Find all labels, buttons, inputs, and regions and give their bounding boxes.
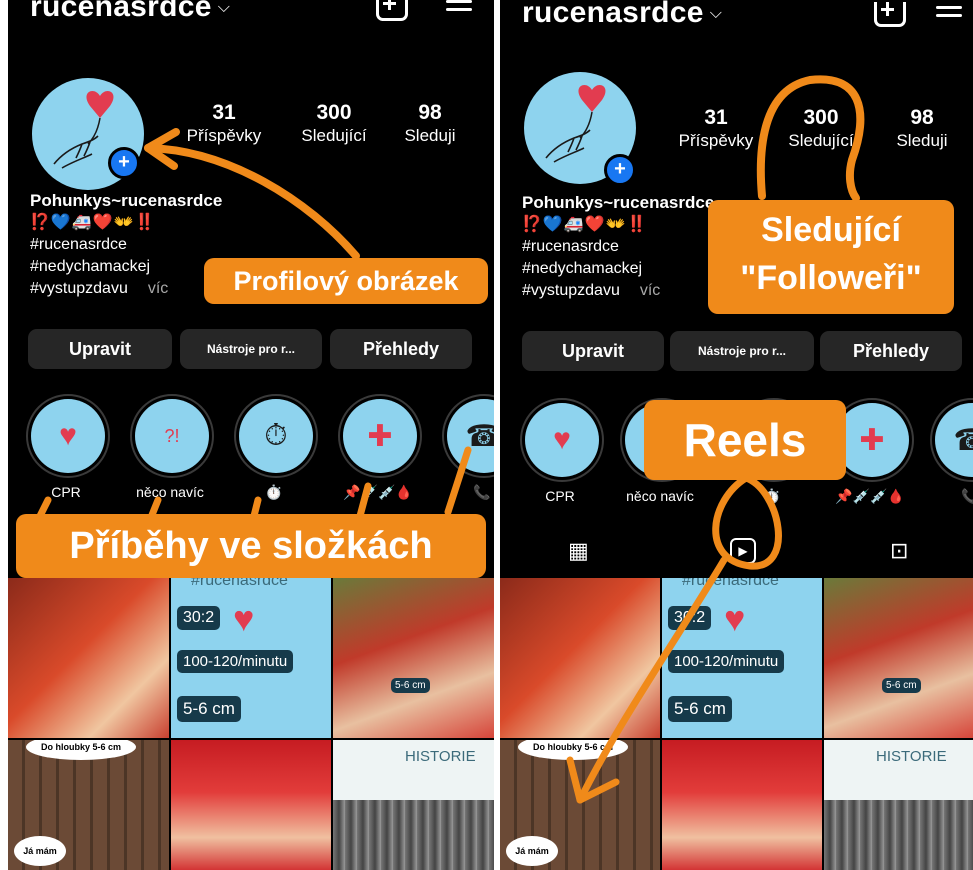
phone-icon: ☎ (935, 403, 973, 477)
more-link[interactable]: víc (148, 280, 168, 297)
profile-tab-bar: ▦ ▶ ⊡ (500, 528, 973, 568)
more-link[interactable]: víc (640, 282, 660, 299)
post-tile[interactable]: #rucenasrdce 30:2 ♥ 100-120/minutu 5-6 c… (662, 578, 822, 738)
create-post-icon[interactable] (874, 2, 906, 27)
highlight-extra[interactable]: ?! něco navíc (130, 394, 214, 500)
stat-followers[interactable]: 300 Sledující (288, 101, 380, 147)
post-tile[interactable]: 5-6 cm (824, 578, 973, 738)
first-aid-kit-icon: ✚ (835, 403, 909, 477)
post-tile[interactable]: HISTORIE (333, 740, 494, 870)
insights-button[interactable]: Přehledy (330, 329, 472, 369)
profile-username[interactable]: rucenasrdce ⌵ (522, 0, 722, 30)
bio-hashtag[interactable]: #rucenasrdce (522, 236, 714, 258)
highlight-phone[interactable]: ☎ 📞 (442, 394, 494, 501)
highlight-stopwatch[interactable]: ⏱ ⏱️ (234, 394, 318, 501)
highlight-phone[interactable]: ☎ 📞 (930, 398, 973, 505)
professional-tools-button[interactable]: Nástroje pro r... (180, 329, 322, 369)
bio-hashtag[interactable]: #nedychamackej (30, 256, 222, 278)
annotation-reels: Reels (644, 400, 846, 480)
post-tile[interactable] (171, 740, 331, 870)
post-tile[interactable]: HISTORIE (824, 740, 973, 870)
insights-button[interactable]: Přehledy (820, 331, 962, 371)
stat-following[interactable]: 98 Sleduji (892, 106, 952, 152)
highlight-first-aid[interactable]: ✚ 📌💉💉🩸 (338, 394, 422, 501)
display-name: Pohunkys~rucenasrdce (30, 191, 223, 210)
speech-bubble: Do hloubky 5-6 cm (26, 740, 136, 760)
sticker: Já mám 6cm (506, 836, 558, 866)
profile-bio: Pohunkys~rucenasrdce ⁉️💙🚑❤️👐‼️ #rucenasr… (30, 190, 222, 300)
edit-profile-button[interactable]: Upravit (522, 331, 664, 371)
chevron-down-icon: ⌵ (709, 5, 723, 23)
professional-tools-button[interactable]: Nástroje pro r... (670, 331, 814, 371)
cpr-hands-icon: ♥ (31, 399, 105, 473)
first-aid-kit-icon: ✚ (343, 399, 417, 473)
post-tile[interactable] (662, 740, 822, 870)
heart-icon: ♥ (724, 598, 746, 639)
left-screenshot: rucenasrdce ⌵ + 31 Příspěvky 300 Sledujíc… (8, 0, 494, 870)
bio-hashtag[interactable]: #vystupzdavu (30, 280, 128, 297)
menu-icon[interactable] (936, 2, 962, 24)
annotation-profile-picture: Profilový obrázek (204, 258, 488, 304)
stat-posts[interactable]: 31 Příspěvky (674, 106, 758, 152)
speech-bubble: Do hloubky 5-6 cm (518, 740, 628, 760)
post-tile[interactable] (500, 578, 660, 738)
tagged-icon[interactable]: ⊡ (890, 538, 908, 564)
annotation-stories: Příběhy ve složkách (16, 514, 486, 578)
stopwatch-icon: ⏱ (239, 399, 313, 473)
highlight-cpr[interactable]: ♥ CPR (26, 394, 110, 500)
display-name: Pohunkys~rucenasrdce (522, 193, 715, 212)
post-tile[interactable]: Do hloubky 5-6 cm Já mám 6cm (500, 740, 660, 870)
heart-icon: ♥ (233, 598, 255, 639)
chevron-down-icon: ⌵ (217, 0, 231, 17)
profile-bio: Pohunkys~rucenasrdce ⁉️💙🚑❤️👐‼️ #rucenasr… (522, 192, 714, 302)
stat-posts[interactable]: 31 Příspěvky (184, 101, 264, 147)
grid-icon[interactable]: ▦ (568, 538, 589, 564)
reels-icon[interactable]: ▶ (730, 538, 756, 564)
bio-hashtag[interactable]: #vystupzdavu (522, 282, 620, 299)
add-story-badge[interactable]: + (604, 154, 636, 186)
cpr-hands-icon: ♥ (525, 403, 599, 477)
edit-profile-button[interactable]: Upravit (28, 329, 172, 369)
post-tile[interactable]: 5-6 cm (333, 578, 494, 738)
question-bubble-icon: ?! (135, 399, 209, 473)
bio-emoji: ⁉️💙🚑❤️👐‼️ (30, 214, 156, 231)
stat-followers[interactable]: 300 Sledující (782, 106, 860, 152)
bio-hashtag[interactable]: #nedychamackej (522, 258, 714, 280)
annotation-followers: Sledující "Followeři" (708, 200, 954, 314)
right-screenshot: rucenasrdce ⌵ + 31 Příspěvky 300 Sledujíc… (500, 0, 973, 870)
highlight-cpr[interactable]: ♥ CPR (520, 398, 604, 504)
add-story-badge[interactable]: + (108, 147, 140, 179)
stat-following[interactable]: 98 Sleduji (400, 101, 460, 147)
profile-username[interactable]: rucenasrdce ⌵ (30, 0, 230, 24)
sticker: Já mám 6cm (14, 836, 66, 866)
post-tile[interactable]: Do hloubky 5-6 cm Já mám 6cm (8, 740, 169, 870)
phone-icon: ☎ (447, 399, 494, 473)
bio-hashtag[interactable]: #rucenasrdce (30, 234, 222, 256)
post-tile[interactable]: #rucenasrdce 30:2 ♥ 100-120/minutu 5-6 c… (171, 578, 331, 738)
post-tile[interactable] (8, 578, 169, 738)
bio-emoji: ⁉️💙🚑❤️👐‼️ (522, 216, 648, 233)
create-post-icon[interactable] (376, 0, 408, 21)
menu-icon[interactable] (446, 0, 472, 18)
